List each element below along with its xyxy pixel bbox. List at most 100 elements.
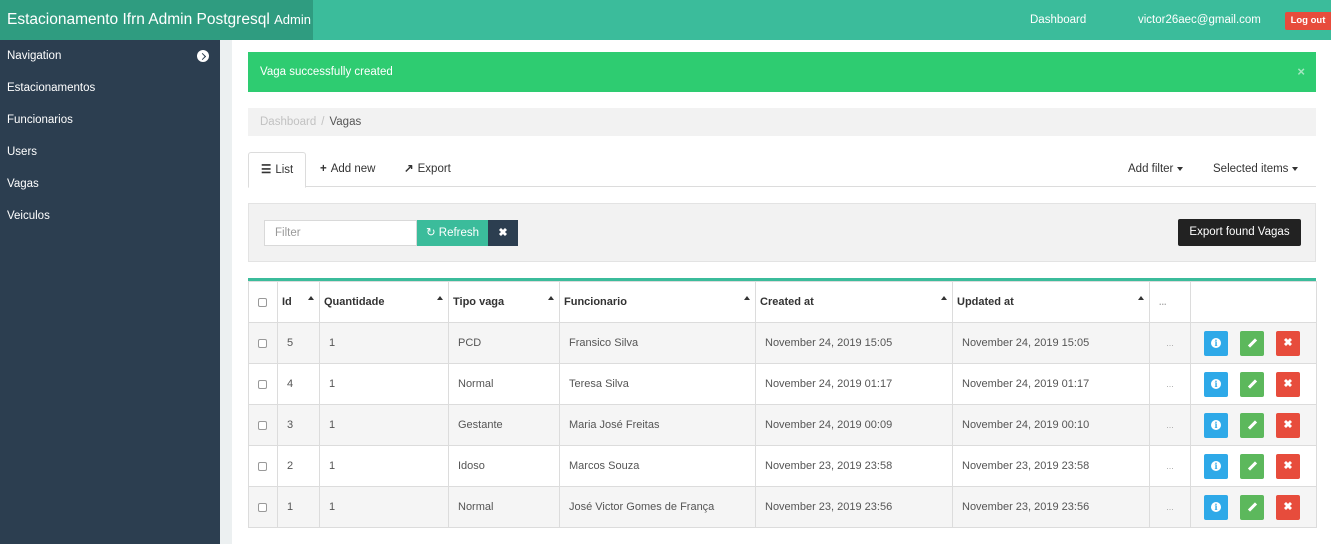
cell-quantidade: 1: [319, 486, 449, 528]
selected-items-dropdown[interactable]: Selected items: [1213, 152, 1299, 187]
cell-updated-at: November 24, 2019 01:17: [952, 363, 1150, 405]
column-header-label: Funcionario: [564, 296, 627, 308]
cell-more: ...: [1149, 404, 1191, 446]
app-brand[interactable]: Estacionamento Ifrn Admin Postgresql Adm…: [0, 0, 313, 40]
add-filter-dropdown[interactable]: Add filter: [1128, 152, 1184, 187]
sidebar-item-navigation[interactable]: Navigation: [0, 40, 220, 72]
cell-tipo-vaga: Idoso: [448, 445, 560, 487]
user-email-link[interactable]: victor26aec@gmail.com: [1138, 0, 1261, 40]
cell-more: ...: [1149, 486, 1191, 528]
delete-button[interactable]: ✖: [1276, 330, 1300, 356]
column-header-label: Quantidade: [324, 296, 385, 308]
tab-add-new-label: Add new: [330, 163, 376, 175]
row-actions: i ✖: [1190, 445, 1317, 487]
cell-more: ...: [1149, 322, 1191, 364]
action-tabs: ☰ List + Add new ↗ Export Add filter Select…: [248, 152, 1316, 188]
row-actions: i ✖: [1190, 322, 1317, 364]
dashboard-link[interactable]: Dashboard: [1030, 0, 1086, 40]
cell-created-at: November 23, 2019 23:58: [755, 445, 953, 487]
cell-created-at: November 24, 2019 01:17: [755, 363, 953, 405]
column-header-funcionario[interactable]: Funcionario: [559, 281, 756, 323]
close-icon: ✖: [1283, 500, 1293, 513]
edit-button[interactable]: [1240, 412, 1264, 438]
edit-button[interactable]: [1240, 371, 1264, 397]
row-select-cell: [248, 404, 278, 446]
delete-button[interactable]: ✖: [1276, 453, 1300, 479]
cell-id: 1: [277, 486, 320, 528]
info-icon: i: [1211, 501, 1221, 512]
delete-button[interactable]: ✖: [1276, 371, 1300, 397]
tab-export[interactable]: ↗ Export: [404, 152, 451, 187]
sidebar-item-users[interactable]: Users: [0, 136, 220, 168]
row-checkbox[interactable]: [258, 502, 267, 512]
column-header-more: ...: [1149, 281, 1191, 323]
cell-more: ...: [1149, 363, 1191, 405]
column-header-actions: [1190, 281, 1317, 323]
tab-list-label: List: [275, 164, 294, 176]
pencil-icon: [1247, 379, 1257, 389]
sidebar-item-veiculos[interactable]: Veiculos: [0, 200, 220, 232]
tab-add-new[interactable]: + Add new: [320, 152, 375, 187]
sidebar-item-estacionamentos[interactable]: Estacionamentos: [0, 72, 220, 104]
row-checkbox[interactable]: [258, 338, 267, 348]
row-checkbox[interactable]: [258, 379, 267, 389]
close-icon[interactable]: ×: [1297, 52, 1305, 92]
refresh-button[interactable]: ↻ Refresh: [417, 220, 488, 246]
main-content: Vaga successfully created × Dashboard / Va…: [232, 40, 1331, 544]
cell-created-at: November 23, 2019 23:56: [755, 486, 953, 528]
column-header-quantidade[interactable]: Quantidade: [319, 281, 449, 323]
show-button[interactable]: i: [1204, 412, 1228, 438]
select-all-cell: [248, 281, 278, 323]
cell-quantidade: 1: [319, 322, 449, 364]
pencil-icon: [1247, 502, 1257, 512]
cell-created-at: November 24, 2019 00:09: [755, 404, 953, 446]
list-icon: ☰: [261, 164, 272, 176]
cell-quantidade: 1: [319, 445, 449, 487]
top-navbar: Estacionamento Ifrn Admin Postgresql Adm…: [0, 0, 1331, 40]
show-button[interactable]: i: [1204, 453, 1228, 479]
breadcrumb-dashboard-link[interactable]: Dashboard: [260, 116, 316, 128]
row-checkbox[interactable]: [258, 420, 267, 430]
sidebar-item-label: Estacionamentos: [7, 82, 96, 94]
sidebar-item-label: Users: [7, 146, 38, 158]
edit-button[interactable]: [1240, 330, 1264, 356]
cell-updated-at: November 23, 2019 23:56: [952, 486, 1150, 528]
show-button[interactable]: i: [1204, 371, 1228, 397]
row-select-cell: [248, 363, 278, 405]
show-button[interactable]: i: [1204, 494, 1228, 520]
clear-filter-button[interactable]: ✖: [488, 220, 518, 246]
sidebar-item-funcionarios[interactable]: Funcionarios: [0, 104, 220, 136]
close-icon: ✖: [1283, 418, 1293, 431]
column-header-tipo-vaga[interactable]: Tipo vaga: [448, 281, 560, 323]
row-actions: i ✖: [1190, 363, 1317, 405]
row-checkbox[interactable]: [258, 461, 267, 471]
sidebar-item-label: Veiculos: [7, 210, 50, 222]
edit-button[interactable]: [1240, 453, 1264, 479]
show-button[interactable]: i: [1204, 330, 1228, 356]
brand-suffix: Admin: [274, 12, 311, 27]
cell-id: 5: [277, 322, 320, 364]
column-header-id[interactable]: Id: [277, 281, 320, 323]
tab-list[interactable]: ☰ List: [248, 152, 307, 188]
row-select-cell: [248, 322, 278, 364]
filter-input[interactable]: [264, 220, 417, 246]
close-icon: ✖: [1283, 459, 1293, 472]
export-found-button[interactable]: Export found Vagas: [1178, 219, 1301, 246]
select-all-checkbox[interactable]: [258, 297, 267, 307]
column-header-updated-at[interactable]: Updated at: [952, 281, 1150, 323]
sort-asc-icon: [941, 296, 947, 300]
sort-asc-icon: [308, 296, 314, 300]
chevron-circle-right-icon[interactable]: [197, 50, 209, 62]
sidebar-item-vagas[interactable]: Vagas: [0, 168, 220, 200]
column-header-label: Created at: [760, 296, 814, 308]
logout-button[interactable]: Log out: [1285, 12, 1331, 30]
cell-funcionario: Maria José Freitas: [559, 404, 756, 446]
delete-button[interactable]: ✖: [1276, 494, 1300, 520]
edit-button[interactable]: [1240, 494, 1264, 520]
delete-button[interactable]: ✖: [1276, 412, 1300, 438]
sidebar-item-label: Funcionarios: [7, 114, 73, 126]
column-header-created-at[interactable]: Created at: [755, 281, 953, 323]
table-header-row: Id Quantidade Tipo vaga Funcionario Crea…: [248, 281, 1317, 323]
sort-asc-icon: [548, 296, 554, 300]
cell-created-at: November 24, 2019 15:05: [755, 322, 953, 364]
